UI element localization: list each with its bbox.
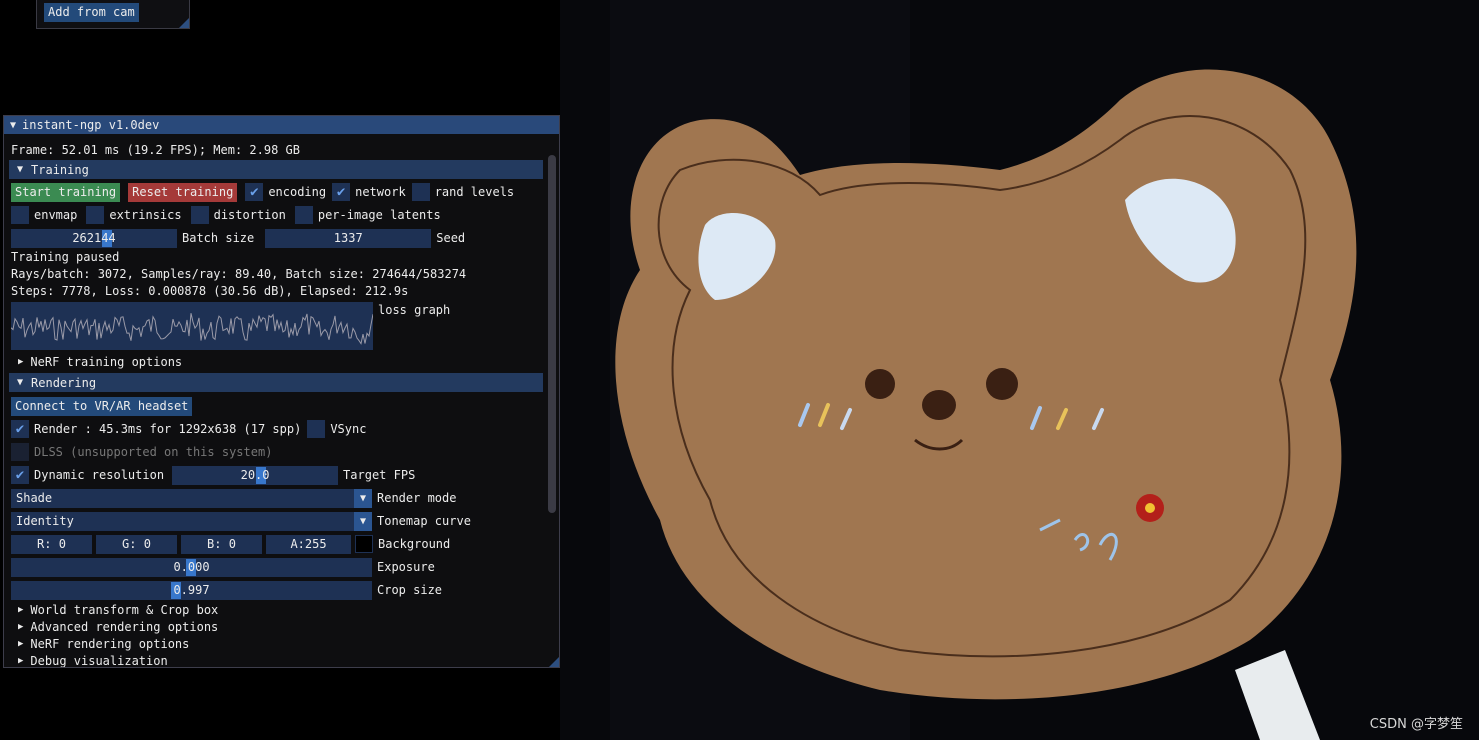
background-label: Background [378, 537, 451, 551]
loss-graph[interactable] [11, 302, 373, 350]
tree-nerf-rendering-options[interactable]: ▶ NeRF rendering options [18, 635, 189, 652]
training-header[interactable]: ▼ Training [9, 160, 543, 179]
background-color-swatch[interactable] [355, 535, 373, 553]
reset-training-button[interactable]: Reset training [128, 182, 238, 202]
batch-size-input[interactable]: 262144 [11, 228, 177, 248]
training-status: Training paused [11, 249, 120, 264]
tonemap-curve-label: Tonemap curve [377, 514, 471, 528]
expand-arrow-icon: ▼ [17, 164, 24, 175]
background-b-input[interactable]: B: 0 [181, 534, 262, 554]
training-stats-rays: Rays/batch: 3072, Samples/ray: 89.40, Ba… [11, 266, 467, 281]
window-title: instant-ngp v1.0dev [22, 118, 160, 132]
loss-curve-line [11, 313, 373, 345]
resize-grip[interactable] [549, 657, 559, 667]
per-image-latents-checkbox[interactable]: per-image latents [294, 206, 441, 224]
rendering-header-label: Rendering [31, 375, 97, 390]
background-a-input[interactable]: A:255 [266, 534, 351, 554]
tonemap-curve-combo[interactable]: Identity ▼ [11, 511, 372, 531]
tree-debug-visualization[interactable]: ▶ Debug visualization [18, 652, 168, 668]
resize-grip[interactable] [179, 18, 189, 28]
connect-vr-button[interactable]: Connect to VR/AR headset [11, 396, 193, 416]
distortion-checkbox[interactable]: distortion [190, 206, 286, 224]
tree-world-transform[interactable]: ▶ World transform & Crop box [18, 601, 218, 618]
flower-embroidery [1136, 494, 1164, 522]
rendering-header[interactable]: ▼ Rendering [9, 373, 543, 392]
dropdown-arrow-icon: ▼ [354, 511, 372, 531]
left-eye [865, 369, 895, 399]
background-r-input[interactable]: R: 0 [11, 534, 92, 554]
batch-size-label: Batch size [182, 231, 255, 245]
seed-label: Seed [436, 231, 466, 245]
crop-size-slider[interactable]: 0.997 [11, 580, 372, 600]
scrollbar[interactable] [548, 155, 556, 513]
check-icon: ✔ [332, 183, 351, 201]
dropdown-arrow-icon: ▼ [354, 488, 372, 508]
dlss-checkbox: DLSS (unsupported on this system) [11, 443, 272, 461]
check-icon: ✔ [11, 420, 29, 438]
crop-size-label: Crop size [377, 583, 443, 597]
nose [922, 390, 956, 420]
envmap-checkbox[interactable]: envmap [11, 206, 77, 224]
target-fps-slider[interactable]: 20.0 [172, 465, 339, 485]
render-mode-label: Render mode [377, 491, 457, 505]
instant-ngp-window: ▼ instant-ngp v1.0dev Frame: 52.01 ms (1… [3, 115, 560, 668]
tree-advanced-rendering-options[interactable]: ▶ Advanced rendering options [18, 618, 218, 635]
background-g-input[interactable]: G: 0 [96, 534, 177, 554]
window-title-bar[interactable]: ▼ instant-ngp v1.0dev [4, 116, 559, 134]
network-checkbox[interactable]: ✔ network [332, 183, 406, 201]
render-checkbox[interactable]: ✔ Render : 45.3ms for 1292x638 (17 spp) [11, 420, 301, 438]
start-training-button[interactable]: Start training [11, 182, 121, 202]
check-icon: ✔ [11, 466, 29, 484]
collapse-arrow-icon[interactable]: ▼ [10, 120, 16, 131]
frame-info: Frame: 52.01 ms (19.2 FPS); Mem: 2.98 GB [11, 143, 300, 157]
extrinsics-checkbox[interactable]: extrinsics [86, 206, 182, 224]
collapsed-arrow-icon: ▶ [18, 621, 24, 632]
loss-graph-label: loss graph [378, 303, 451, 317]
collapsed-arrow-icon: ▶ [18, 655, 24, 666]
exposure-label: Exposure [377, 560, 435, 574]
training-header-label: Training [31, 162, 89, 177]
watermark: CSDN @字梦笙 [1369, 717, 1463, 732]
vsync-checkbox[interactable]: VSync [307, 420, 366, 438]
right-eye [986, 368, 1018, 400]
collapsed-arrow-icon: ▶ [18, 638, 24, 649]
training-stats-steps: Steps: 7778, Loss: 0.000878 (30.56 dB), … [11, 283, 409, 298]
render-mode-combo[interactable]: Shade ▼ [11, 488, 372, 508]
exposure-slider[interactable]: 0.000 [11, 557, 372, 577]
collapsed-arrow-icon: ▶ [18, 356, 24, 367]
rand-levels-checkbox[interactable]: rand levels [411, 183, 514, 201]
expand-arrow-icon: ▼ [17, 377, 24, 388]
tree-nerf-training-options[interactable]: ▶ NeRF training options [18, 353, 182, 370]
target-fps-label: Target FPS [343, 468, 416, 482]
add-from-cam-button[interactable]: Add from cam [44, 3, 139, 22]
seed-input[interactable]: 1337 [265, 228, 432, 248]
encoding-checkbox[interactable]: ✔ encoding [245, 183, 326, 201]
dynamic-resolution-checkbox[interactable]: ✔ Dynamic resolution [11, 466, 164, 484]
check-icon: ✔ [245, 183, 264, 201]
collapsed-arrow-icon: ▶ [18, 604, 24, 615]
camera-window: Add from cam [36, 0, 190, 29]
